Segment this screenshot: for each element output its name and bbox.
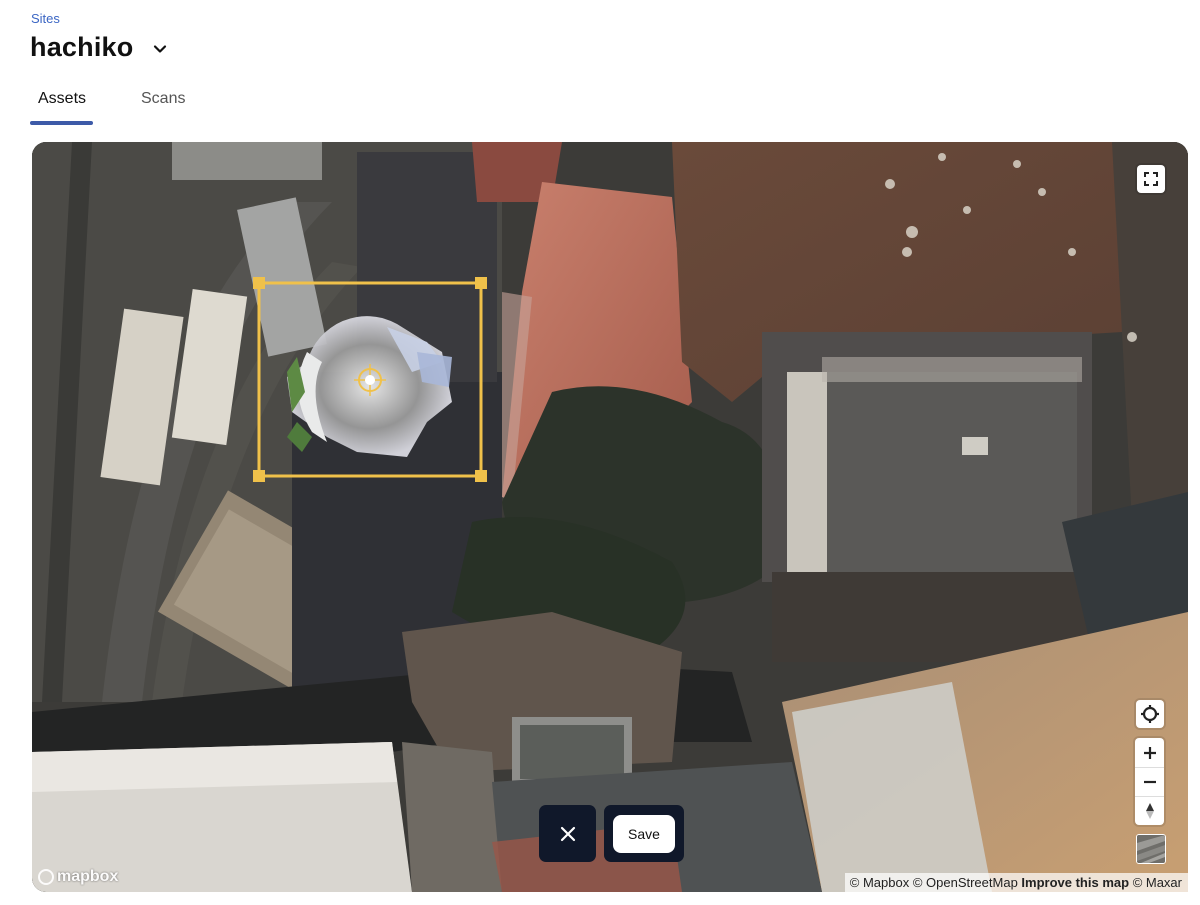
fullscreen-button[interactable]: [1137, 165, 1165, 193]
compass-button[interactable]: [1135, 796, 1164, 825]
resize-handle-bottom-right: [475, 470, 487, 482]
mapbox-logo-text: mapbox: [57, 868, 119, 885]
page-title: hachiko: [30, 32, 134, 62]
satellite-thumbnail-icon: [1137, 835, 1165, 863]
improve-map-link[interactable]: Improve this map: [1021, 875, 1129, 890]
resize-handle-top-left: [253, 277, 265, 289]
breadcrumb-sites[interactable]: Sites: [31, 11, 60, 26]
zoom-controls: [1135, 738, 1164, 825]
minus-icon: [1143, 780, 1156, 784]
tab-bar: Assets Scans: [30, 80, 193, 126]
tab-assets[interactable]: Assets: [30, 80, 93, 126]
geolocate-button[interactable]: [1136, 700, 1164, 728]
close-icon: [560, 826, 575, 841]
resize-handle-top-right: [475, 277, 487, 289]
zoom-in-button[interactable]: [1135, 738, 1164, 767]
mapbox-logo[interactable]: mapbox: [38, 868, 118, 886]
attribution-maxar-link[interactable]: © Maxar: [1133, 875, 1182, 890]
tab-scans-label: Scans: [141, 90, 186, 107]
title-row: hachiko: [30, 32, 169, 63]
plus-icon: [1143, 746, 1156, 759]
chevron-down-icon[interactable]: [151, 40, 169, 58]
map-style-switcher[interactable]: [1136, 834, 1166, 864]
save-button-container: Save: [604, 805, 684, 862]
attribution-osm-link[interactable]: © OpenStreetMap: [913, 875, 1018, 890]
tab-assets-label: Assets: [38, 90, 87, 107]
active-tab-indicator: [30, 121, 93, 125]
resize-handle-bottom-left: [253, 470, 265, 482]
tab-scans[interactable]: Scans: [133, 80, 193, 126]
save-button[interactable]: Save: [613, 814, 675, 853]
cancel-button[interactable]: [539, 805, 596, 862]
satellite-map[interactable]: mapbox © Mapbox © OpenStreetMap Improve …: [32, 142, 1188, 892]
attribution-mapbox-link[interactable]: © Mapbox: [850, 875, 909, 890]
compass-icon: [1145, 803, 1154, 819]
satellite-imagery[interactable]: [32, 142, 1188, 892]
zoom-out-button[interactable]: [1135, 767, 1164, 796]
mapbox-logo-icon: [38, 869, 54, 885]
map-attribution: © Mapbox © OpenStreetMap Improve this ma…: [844, 873, 1188, 892]
fullscreen-icon: [1144, 172, 1158, 186]
geolocate-icon: [1141, 705, 1159, 723]
edit-action-bar: Save: [539, 805, 684, 862]
